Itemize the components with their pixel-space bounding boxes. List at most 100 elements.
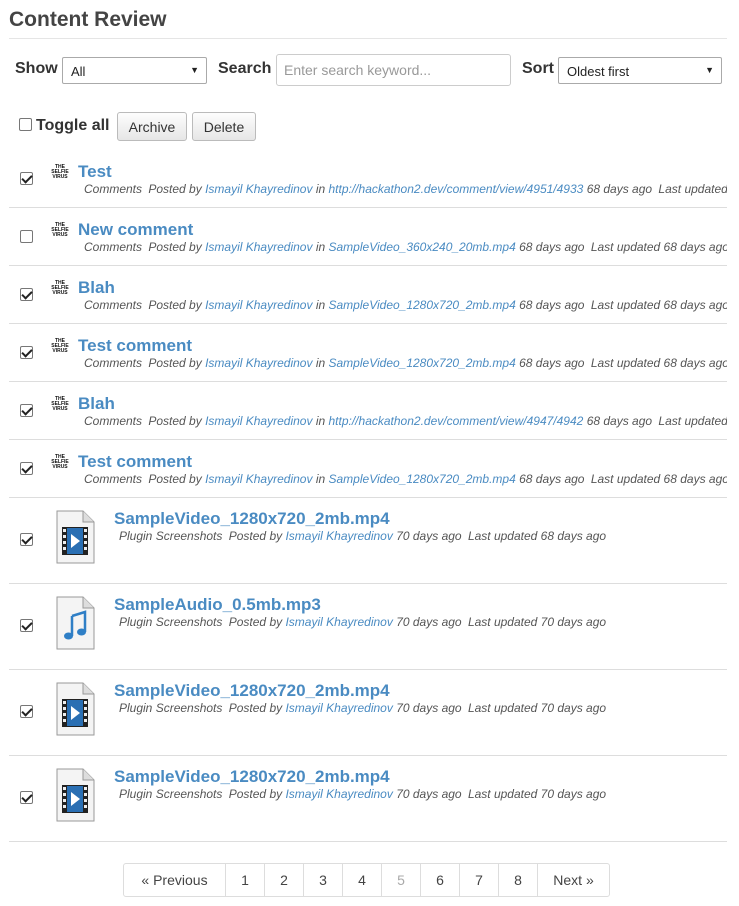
content-review-page: Content Review Show All ▼ Search Sort Ol… — [0, 0, 739, 906]
item-checkbox[interactable] — [20, 346, 33, 359]
item-title-link[interactable]: Blah — [78, 394, 115, 414]
in-text: in — [315, 240, 326, 254]
location-link[interactable]: SampleVideo_1280x720_2mb.mp4 — [329, 472, 516, 486]
item-age: 70 days ago — [396, 787, 462, 801]
pagination-previous[interactable]: « Previous — [124, 864, 225, 896]
item-age: 70 days ago — [396, 701, 462, 715]
item-title-link[interactable]: Test — [78, 162, 112, 182]
list-item: THE SELFIE VIRUS Test comment Comments Post… — [9, 324, 727, 382]
item-age: 68 days ago — [519, 240, 585, 254]
pagination-page[interactable]: 8 — [498, 864, 537, 896]
search-input[interactable] — [276, 54, 511, 86]
item-title-link[interactable]: SampleVideo_1280x720_2mb.mp4 — [114, 767, 390, 787]
selfie-virus-avatar: THE SELFIE VIRUS — [51, 338, 69, 354]
author-link[interactable]: Ismayil Khayredinov — [285, 787, 392, 801]
sort-select[interactable]: Oldest first ▼ — [558, 57, 722, 84]
list-item: SampleAudio_0.5mb.mp3 Plugin Screenshots … — [9, 584, 727, 670]
item-checkbox[interactable] — [20, 404, 33, 417]
chevron-down-icon: ▼ — [190, 65, 199, 75]
pagination-page[interactable]: 3 — [303, 864, 342, 896]
pagination-next[interactable]: Next » — [537, 864, 609, 896]
list-item: SampleVideo_1280x720_2mb.mp4 Plugin Scree… — [9, 670, 727, 756]
video-file-icon — [55, 768, 95, 822]
video-file-icon — [55, 510, 95, 564]
location-link[interactable]: SampleVideo_360x240_20mb.mp4 — [329, 240, 516, 254]
item-checkbox[interactable] — [20, 533, 33, 546]
pagination: « Previous 1 2 3 4 5 6 7 8 Next » — [123, 863, 610, 897]
author-link[interactable]: Ismayil Khayredinov — [205, 240, 312, 254]
item-age: 68 days ago — [586, 182, 653, 196]
list-item: THE SELFIE VIRUS Blah Comments Posted by Is… — [9, 266, 727, 324]
item-title-link[interactable]: New comment — [78, 220, 193, 240]
pagination-page[interactable]: 1 — [225, 864, 264, 896]
item-title-link[interactable]: SampleAudio_0.5mb.mp3 — [114, 595, 321, 615]
author-link[interactable]: Ismayil Khayredinov — [205, 414, 312, 428]
item-checkbox[interactable] — [20, 462, 33, 475]
item-checkbox[interactable] — [20, 705, 33, 718]
delete-button[interactable]: Delete — [192, 112, 256, 141]
pagination-page[interactable]: 6 — [420, 864, 459, 896]
archive-button[interactable]: Archive — [117, 112, 187, 141]
item-title-link[interactable]: Test comment — [78, 336, 192, 356]
item-updated: Last updated 70 days ago — [467, 615, 607, 629]
author-link[interactable]: Ismayil Khayredinov — [205, 182, 312, 196]
posted-by-text: Posted by — [228, 529, 283, 543]
item-title-link[interactable]: Test comment — [78, 452, 192, 472]
item-category: Comments — [84, 298, 143, 312]
item-meta: Comments Posted by Ismayil Khayredinov i… — [84, 298, 727, 312]
posted-by-text: Posted by — [148, 472, 202, 486]
item-checkbox[interactable] — [20, 619, 33, 632]
item-updated: Last updated 68 days ago — [590, 240, 727, 254]
item-category: Plugin Screenshots — [119, 701, 223, 715]
item-meta: Comments Posted by Ismayil Khayredinov i… — [84, 414, 727, 428]
posted-by-text: Posted by — [228, 615, 283, 629]
chevron-down-icon: ▼ — [705, 65, 714, 75]
item-meta: Plugin Screenshots Posted by Ismayil Kha… — [119, 787, 606, 801]
location-link[interactable]: http://hackathon2.dev/comment/view/4951/… — [329, 182, 584, 196]
pagination-page[interactable]: 5 — [381, 864, 420, 896]
selfie-virus-avatar: THE SELFIE VIRUS — [51, 280, 69, 296]
show-select-value: All — [71, 64, 86, 79]
item-checkbox[interactable] — [20, 172, 33, 185]
author-link[interactable]: Ismayil Khayredinov — [285, 615, 392, 629]
item-category: Comments — [84, 356, 143, 370]
selfie-virus-avatar: THE SELFIE VIRUS — [51, 396, 69, 412]
author-link[interactable]: Ismayil Khayredinov — [285, 701, 392, 715]
item-updated: Last updated 68 days ago — [590, 356, 727, 370]
author-link[interactable]: Ismayil Khayredinov — [205, 472, 312, 486]
item-checkbox[interactable] — [20, 791, 33, 804]
video-file-icon — [55, 682, 95, 736]
item-title-link[interactable]: SampleVideo_1280x720_2mb.mp4 — [114, 681, 390, 701]
selfie-virus-avatar: THE SELFIE VIRUS — [51, 222, 69, 238]
content-list: THE SELFIE VIRUS Test Comments Posted by Is… — [9, 150, 727, 842]
posted-by-text: Posted by — [148, 414, 202, 428]
item-age: 68 days ago — [519, 356, 585, 370]
location-link[interactable]: SampleVideo_1280x720_2mb.mp4 — [329, 356, 516, 370]
pagination-page[interactable]: 4 — [342, 864, 381, 896]
posted-by-text: Posted by — [228, 701, 283, 715]
item-title-link[interactable]: Blah — [78, 278, 115, 298]
author-link[interactable]: Ismayil Khayredinov — [205, 298, 312, 312]
item-title-link[interactable]: SampleVideo_1280x720_2mb.mp4 — [114, 509, 390, 529]
item-updated: Last updated 68 days ago — [658, 182, 727, 196]
item-meta: Comments Posted by Ismayil Khayredinov i… — [84, 356, 727, 370]
item-updated: Last updated 68 days ago — [658, 414, 727, 428]
posted-by-text: Posted by — [148, 182, 202, 196]
location-link[interactable]: SampleVideo_1280x720_2mb.mp4 — [329, 298, 516, 312]
location-link[interactable]: http://hackathon2.dev/comment/view/4947/… — [329, 414, 584, 428]
in-text: in — [315, 356, 326, 370]
item-category: Comments — [84, 240, 143, 254]
pagination-page[interactable]: 2 — [264, 864, 303, 896]
page-title: Content Review — [9, 8, 167, 31]
item-checkbox[interactable] — [20, 230, 33, 243]
author-link[interactable]: Ismayil Khayredinov — [205, 356, 312, 370]
pagination-page[interactable]: 7 — [459, 864, 498, 896]
posted-by-text: Posted by — [148, 356, 202, 370]
toggle-all-checkbox[interactable] — [19, 118, 32, 131]
audio-file-icon — [55, 596, 95, 650]
author-link[interactable]: Ismayil Khayredinov — [285, 529, 392, 543]
list-item: THE SELFIE VIRUS Test Comments Posted by Is… — [9, 150, 727, 208]
item-meta: Plugin Screenshots Posted by Ismayil Kha… — [119, 701, 606, 715]
show-select[interactable]: All ▼ — [62, 57, 207, 84]
item-checkbox[interactable] — [20, 288, 33, 301]
